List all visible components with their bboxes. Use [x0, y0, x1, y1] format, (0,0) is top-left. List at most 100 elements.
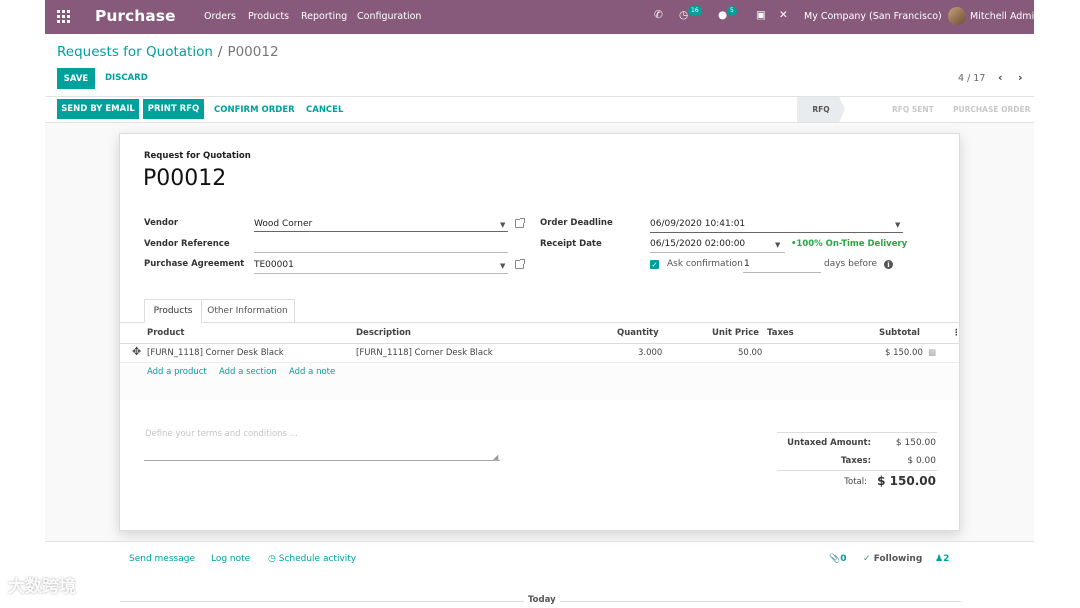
user-avatar[interactable] — [948, 7, 966, 25]
gift-icon[interactable]: ▣ — [756, 9, 766, 21]
vendor-field[interactable]: Wood Corner — [254, 219, 312, 229]
vendor-external-link-icon[interactable] — [515, 218, 525, 228]
col-taxes[interactable]: Taxes — [767, 328, 794, 338]
info-icon[interactable]: i — [884, 260, 893, 269]
chatter-divider — [45, 541, 1034, 542]
log-note-button[interactable]: Log note — [211, 554, 250, 564]
record-name: P00012 — [143, 166, 227, 191]
total-separator — [777, 470, 937, 471]
total-label: Total: — [844, 477, 867, 487]
breadcrumb-current: P00012 — [227, 44, 279, 60]
line-product[interactable]: [FURN_1118] Corner Desk Black — [147, 348, 284, 358]
col-description[interactable]: Description — [356, 328, 411, 338]
tab-other-information[interactable]: Other Information — [201, 299, 295, 323]
deadline-dropdown-icon[interactable]: ▼ — [895, 221, 900, 229]
attachments-button[interactable]: 📎0 — [829, 554, 846, 564]
menu-configuration[interactable]: Configuration — [357, 11, 421, 22]
send-message-button[interactable]: Send message — [129, 554, 195, 564]
pager-value[interactable]: 4 / 17 — [958, 73, 985, 84]
company-switcher[interactable]: My Company (San Francisco) — [804, 11, 942, 22]
col-quantity[interactable]: Quantity — [617, 328, 659, 338]
check-icon: ✓ — [863, 554, 871, 564]
col-unit-price[interactable]: Unit Price — [712, 328, 759, 338]
taxes-value: $ 0.00 — [907, 456, 936, 466]
ask-days-underline — [743, 272, 821, 273]
breadcrumb-parent[interactable]: Requests for Quotation — [57, 44, 213, 60]
col-product[interactable]: Product — [147, 328, 185, 338]
vendor-label: Vendor — [144, 218, 179, 228]
order-deadline-field[interactable]: 06/09/2020 10:41:01 — [650, 219, 745, 229]
app-menu-icon[interactable] — [57, 10, 70, 23]
col-subtotal[interactable]: Subtotal — [879, 328, 920, 338]
confirm-order-button[interactable]: CONFIRM ORDER — [214, 105, 295, 115]
stage-rfq-sent[interactable]: RFQ SENT — [892, 97, 934, 122]
clock-icon: ◷ — [268, 554, 276, 564]
on-time-delivery-stat[interactable]: •100% On-Time Delivery — [791, 239, 907, 249]
paperclip-icon: 📎 — [829, 554, 841, 564]
taxes-label: Taxes: — [840, 456, 871, 466]
resize-handle-icon[interactable]: ◢ — [493, 453, 498, 461]
optional-columns-icon[interactable]: ⋮ — [952, 328, 961, 338]
add-note-link[interactable]: Add a note — [289, 367, 335, 377]
schedule-activity-button[interactable]: ◷ Schedule activity — [268, 554, 356, 564]
debug-close-icon[interactable]: ✕ — [779, 9, 788, 21]
menu-reporting[interactable]: Reporting — [301, 11, 347, 22]
person-icon: ♟ — [935, 554, 944, 564]
pager-next-icon[interactable]: › — [1018, 71, 1023, 84]
drag-handle-icon[interactable]: ✥ — [132, 345, 141, 358]
activity-icon[interactable]: ◷ 16 — [679, 6, 702, 21]
receipt-date-label: Receipt Date — [540, 239, 602, 249]
tab-products[interactable]: Products — [144, 299, 202, 323]
vendor-reference-underline — [254, 252, 508, 253]
line-subtotal: $ 150.00 — [885, 348, 923, 358]
agreement-external-link-icon[interactable] — [515, 259, 525, 269]
breadcrumb: Requests for Quotation / P00012 — [57, 44, 279, 60]
messaging-icon[interactable]: ● 5 — [718, 6, 737, 21]
menu-products[interactable]: Products — [248, 11, 289, 22]
add-product-link[interactable]: Add a product — [147, 367, 207, 377]
days-before-label: days before — [824, 259, 878, 269]
followers-button[interactable]: ♟2 — [935, 554, 949, 564]
print-rfq-button[interactable]: PRINT RFQ — [143, 99, 204, 119]
stage-purchase-order[interactable]: PURCHASE ORDER — [953, 97, 1030, 122]
followers-count: 2 — [943, 554, 950, 564]
line-quantity[interactable]: 3.000 — [638, 348, 662, 358]
line-unit-price[interactable]: 50.00 — [738, 348, 762, 358]
user-menu[interactable]: Mitchell Admin — [970, 11, 1040, 22]
menu-orders[interactable]: Orders — [204, 11, 236, 22]
phone-icon[interactable]: ✆ — [654, 9, 663, 21]
activity-count-badge: 16 — [688, 6, 702, 16]
totals-top-border — [777, 432, 937, 433]
save-button[interactable]: SAVE — [57, 68, 95, 89]
agreement-dropdown-icon[interactable]: ▼ — [500, 262, 505, 270]
receipt-dropdown-icon[interactable]: ▼ — [775, 241, 780, 249]
agreement-underline — [254, 273, 508, 274]
cancel-button[interactable]: CANCEL — [306, 105, 343, 115]
following-button[interactable]: ✓ Following — [863, 554, 922, 564]
top-navbar: Purchase Orders Products Reporting Confi… — [45, 0, 1040, 34]
terms-placeholder[interactable]: Define your terms and conditions ... — [145, 429, 298, 439]
row-separator — [120, 362, 959, 363]
watermark-logo: 大数跨境 — [8, 577, 76, 597]
ask-days-field[interactable]: 1 — [744, 259, 750, 269]
ask-confirmation-checkbox[interactable]: ✓ — [650, 260, 659, 269]
send-by-email-button[interactable]: SEND BY EMAIL — [57, 99, 139, 119]
untaxed-amount-value: $ 150.00 — [895, 438, 936, 448]
ask-confirmation-label: Ask confirmation — [667, 259, 743, 269]
stage-rfq[interactable]: RFQ — [797, 97, 845, 122]
delete-line-icon[interactable]: ▩ — [928, 348, 936, 358]
following-label: Following — [873, 554, 923, 564]
discard-button[interactable]: DISCARD — [105, 73, 148, 83]
line-description[interactable]: [FURN_1118] Corner Desk Black — [356, 348, 493, 358]
today-label: Today — [524, 595, 560, 605]
breadcrumb-separator: / — [217, 44, 223, 60]
document-type-label: Request for Quotation — [144, 151, 251, 161]
add-section-link[interactable]: Add a section — [219, 367, 277, 377]
purchase-agreement-field[interactable]: TE00001 — [254, 260, 294, 270]
vendor-dropdown-icon[interactable]: ▼ — [500, 221, 505, 229]
order-deadline-label: Order Deadline — [540, 218, 613, 228]
receipt-date-field[interactable]: 06/15/2020 02:00:00 — [650, 239, 745, 249]
total-value: $ 150.00 — [877, 474, 936, 488]
pager-previous-icon[interactable]: ‹ — [998, 71, 1003, 84]
attachments-count: 0 — [840, 554, 847, 564]
